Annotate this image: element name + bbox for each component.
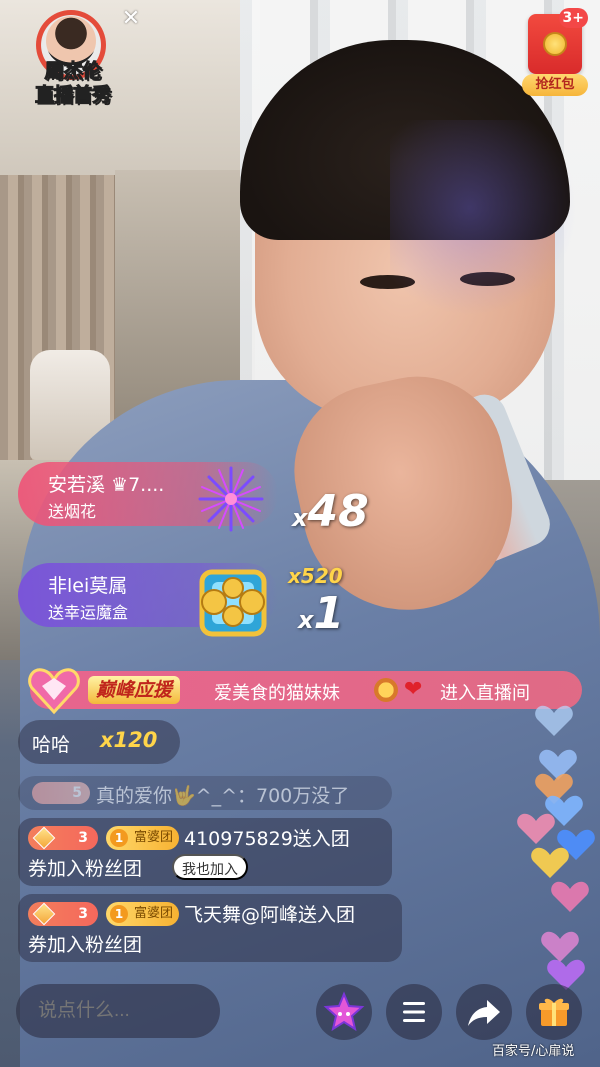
peak-support-tag: 巅峰应援	[88, 676, 181, 704]
show-premiere-badge[interactable]: 周杰伦 直播首秀	[22, 10, 124, 107]
badge-title-line1: 周杰伦	[44, 60, 102, 83]
gift-sender: 安若溪 ♛7....	[48, 474, 165, 496]
lion-icon	[374, 678, 398, 702]
gift-combo-count: x48	[292, 486, 369, 537]
peak-support-heart-icon	[28, 668, 80, 715]
close-icon[interactable]: ✕	[120, 8, 142, 30]
menu-button[interactable]	[386, 984, 442, 1040]
user-level-badge: 5	[32, 782, 90, 804]
gift-sender: 非lei莫属	[48, 575, 128, 597]
red-packet-count-badge: 3+	[558, 8, 588, 28]
chat-message: 3 1 富婆团 飞天舞@阿峰送入团 券加入粉丝团	[18, 894, 402, 962]
chat-text: 真的爱你🤟^_^：700万没了	[96, 785, 350, 807]
gift-extra-count: x520	[288, 564, 343, 588]
heart-icon: ❤	[404, 677, 423, 702]
entry-user: 爱美食的猫妹妹	[214, 683, 340, 704]
chat-message: 3 1 富婆团 410975829送入团 券加入粉丝团 我也加入	[18, 818, 392, 886]
chat-text: 飞天舞@阿峰送入团	[184, 904, 356, 926]
share-icon	[468, 1000, 500, 1026]
gift-action: 送幸运魔盒	[48, 603, 129, 622]
gift-icon	[539, 998, 569, 1026]
firework-icon	[198, 466, 264, 532]
watermark: 百家号/心扉说	[492, 1044, 575, 1059]
gift-combo-count: x1	[298, 588, 345, 639]
chat-message: 5 真的爱你🤟^_^：700万没了	[18, 776, 392, 810]
coin-icon	[543, 32, 567, 56]
red-packet-button[interactable]: 3+ 抢红包	[522, 8, 588, 96]
heart-icon	[517, 813, 555, 844]
chat-count: x120	[100, 728, 158, 752]
chat-text: 券加入粉丝团	[28, 858, 143, 880]
badge-title-line2: 直播首秀	[34, 84, 111, 107]
chat-text: 哈哈	[32, 734, 71, 756]
user-level-badge: 3	[28, 902, 98, 926]
gift-button[interactable]	[526, 984, 582, 1040]
heart-icon	[551, 881, 589, 912]
menu-icon	[403, 1002, 425, 1022]
heart-icon	[535, 705, 573, 736]
floating-hearts	[516, 700, 600, 1000]
diamond-icon	[32, 826, 56, 850]
star-icon	[323, 991, 365, 1032]
fan-group-tag: 1 富婆团	[106, 826, 180, 850]
chat-text: 券加入粉丝团	[28, 934, 143, 956]
diamond-icon	[32, 902, 56, 926]
red-packet-label: 抢红包	[522, 74, 588, 96]
gift-action: 送烟花	[48, 502, 97, 521]
user-level-badge: 3	[28, 826, 98, 850]
heart-icon	[531, 847, 569, 878]
join-fan-group-button[interactable]: 我也加入	[172, 854, 248, 880]
star-effect-button[interactable]	[316, 984, 372, 1040]
magic-box-icon	[199, 569, 267, 637]
share-button[interactable]	[456, 984, 512, 1040]
fan-group-tag: 1 富婆团	[106, 902, 180, 926]
sparkle-effect	[390, 120, 590, 340]
comment-input[interactable]	[16, 984, 220, 1038]
chat-message: 哈哈 x120	[18, 720, 180, 764]
chat-text: 410975829送入团	[184, 828, 350, 850]
